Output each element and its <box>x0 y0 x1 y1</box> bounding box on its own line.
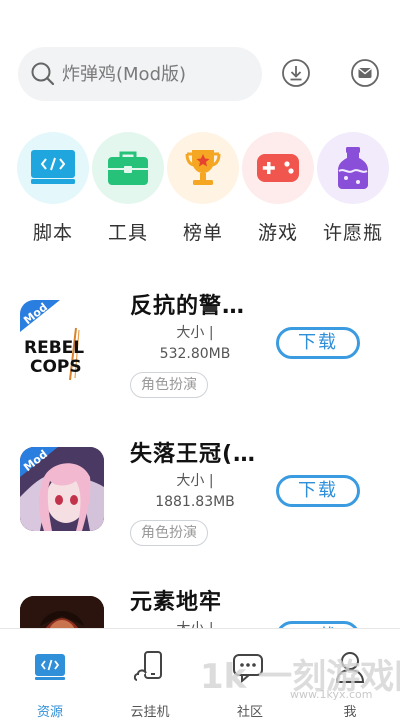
category-tag: 角色扮演 <box>130 372 208 398</box>
code-screen-icon <box>35 654 65 680</box>
category-label: 许愿瓶 <box>322 222 383 244</box>
app-size: 大小 | <box>140 619 250 628</box>
nav-tab-community[interactable]: 社区 <box>210 649 290 720</box>
size-value: 1881.83MB <box>155 494 235 510</box>
search-bar[interactable] <box>18 47 262 101</box>
envelope-icon <box>351 59 379 87</box>
app-icon <box>20 596 104 628</box>
nav-label: 云挂机 <box>130 705 170 720</box>
size-label: 大小 | <box>176 473 214 489</box>
toolbox-icon <box>108 151 148 185</box>
category-ranking[interactable]: 榜单 <box>167 132 239 245</box>
category-wish-bottle[interactable]: 许愿瓶 <box>317 132 389 245</box>
size-label: 大小 | <box>176 325 214 341</box>
nav-tab-cloud[interactable]: 云挂机 <box>110 649 190 720</box>
download-button[interactable]: 下载 <box>276 475 360 507</box>
search-input[interactable] <box>62 63 242 85</box>
nav-tab-me[interactable]: 我 <box>310 649 390 720</box>
search-icon <box>31 62 55 86</box>
nav-tab-resources[interactable]: 资源 <box>10 649 90 720</box>
app-title: 元素地牢 <box>130 590 223 615</box>
category-tag: 角色扮演 <box>130 520 208 546</box>
icon-logo-text: COPS <box>30 357 82 377</box>
icon-logo-text: REBEL <box>24 338 84 358</box>
category-label: 榜单 <box>182 222 223 244</box>
list-item[interactable]: Mod REBEL COPS 反抗的警… 大小 | 532.80MB 角色扮演 … <box>0 285 400 435</box>
download-button[interactable]: 下载 <box>276 327 360 359</box>
category-label: 游戏 <box>257 222 298 244</box>
code-screen-icon <box>31 150 75 184</box>
category-label: 脚本 <box>32 222 73 244</box>
message-button[interactable] <box>348 56 382 90</box>
bottom-nav: 资源 云挂机 社区 我 <box>0 628 400 720</box>
gamepad-icon <box>257 154 299 182</box>
download-button[interactable]: 下载 <box>276 621 360 628</box>
app-size: 大小 | 1881.83MB <box>140 471 250 513</box>
category-tools[interactable]: 工具 <box>92 132 164 245</box>
nav-label: 社区 <box>236 705 263 720</box>
list-item[interactable]: 元素地牢 大小 | 下载 <box>0 581 400 628</box>
app-title: 反抗的警… <box>130 294 246 319</box>
list-item[interactable]: Mod 失落王冠(… 大小 | 1881.83MB 角色扮演 下载 <box>0 433 400 583</box>
size-label: 大小 | <box>140 619 250 628</box>
download-icon <box>282 59 310 87</box>
user-icon <box>335 652 365 683</box>
size-value: 532.80MB <box>159 346 231 362</box>
category-label: 工具 <box>107 222 148 244</box>
app-title: 失落王冠(… <box>130 442 257 467</box>
download-button[interactable] <box>279 56 313 90</box>
category-games[interactable]: 游戏 <box>242 132 314 245</box>
trophy-icon <box>185 150 221 185</box>
nav-label: 资源 <box>36 705 63 720</box>
category-script[interactable]: 脚本 <box>17 132 89 245</box>
bottle-icon <box>338 147 368 189</box>
chat-bubble-icon <box>233 654 263 683</box>
nav-label: 我 <box>343 705 357 720</box>
app-icon: Mod REBEL COPS <box>20 300 104 384</box>
watermark-url: www.1kyx.com <box>290 688 373 701</box>
cloud-phone-icon <box>133 651 162 681</box>
app-icon: Mod <box>20 447 104 531</box>
app-size: 大小 | 532.80MB <box>140 323 250 365</box>
